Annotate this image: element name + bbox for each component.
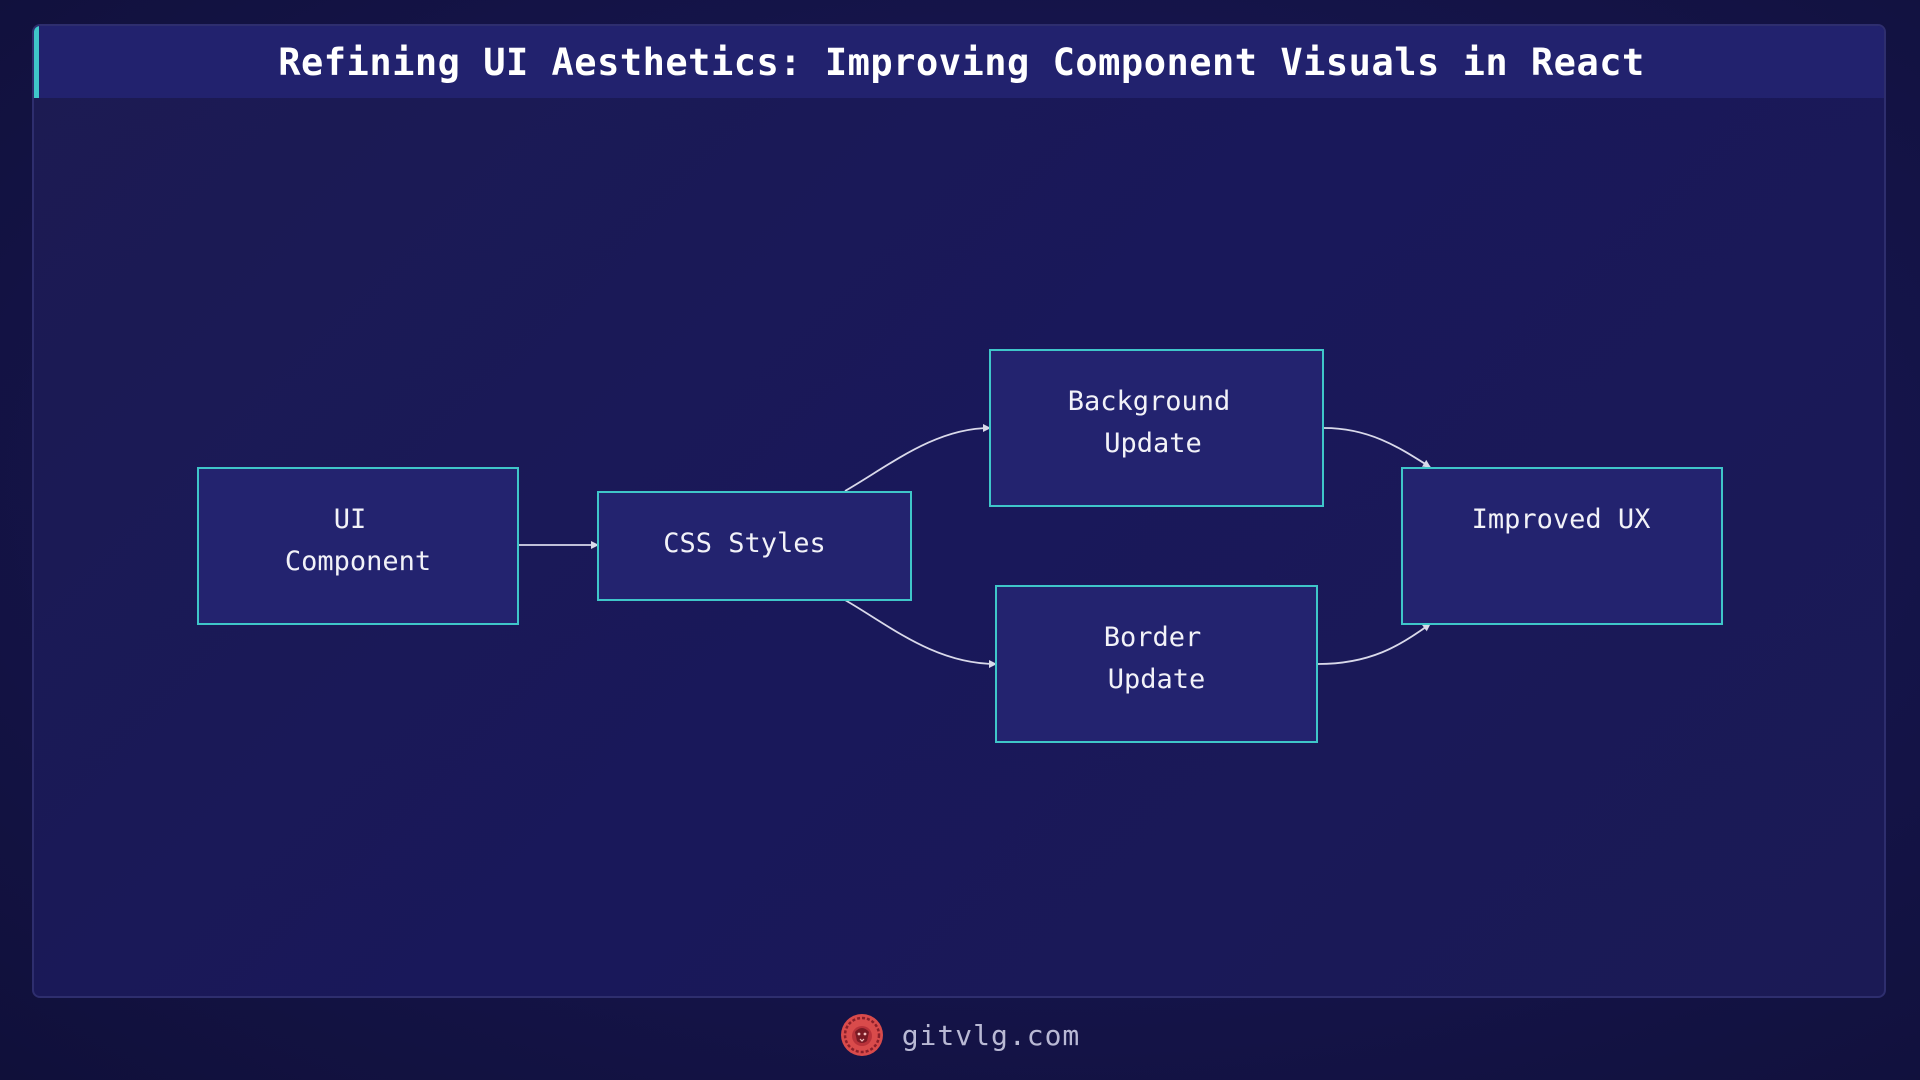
node-border-update-line1: Border <box>1103 622 1202 653</box>
edge-background-update-to-improved-ux <box>1323 427 1431 468</box>
node-ui-component-line2: Component <box>284 546 432 577</box>
node-border-update: Border Update <box>995 585 1318 743</box>
lion-logo-icon <box>840 1014 883 1056</box>
node-ui-component-line1: UI <box>333 504 367 535</box>
node-css-styles: CSS Styles <box>597 491 912 601</box>
node-improved-ux-line1: Improved UX <box>1471 504 1651 535</box>
footer: gitvlg.com <box>0 1010 1920 1060</box>
edge-css-styles-to-border-update <box>844 599 997 668</box>
node-background-update-line2: Update <box>1104 428 1202 459</box>
node-border-update-line2: Update <box>1107 664 1206 695</box>
node-css-styles-line1: CSS Styles <box>663 528 826 559</box>
node-background-update: Background Update <box>989 349 1324 507</box>
node-background-update-line1: Background <box>1067 386 1231 417</box>
footer-site-text: gitvlg.com <box>901 1018 1081 1052</box>
edge-css-styles-to-background-update <box>844 424 991 492</box>
node-ui-component: UI Component <box>197 467 519 625</box>
node-improved-ux: Improved UX <box>1401 467 1723 625</box>
edge-border-update-to-improved-ux <box>1317 623 1431 665</box>
page: Refining UI Aesthetics: Improving Compon… <box>0 0 1920 1080</box>
